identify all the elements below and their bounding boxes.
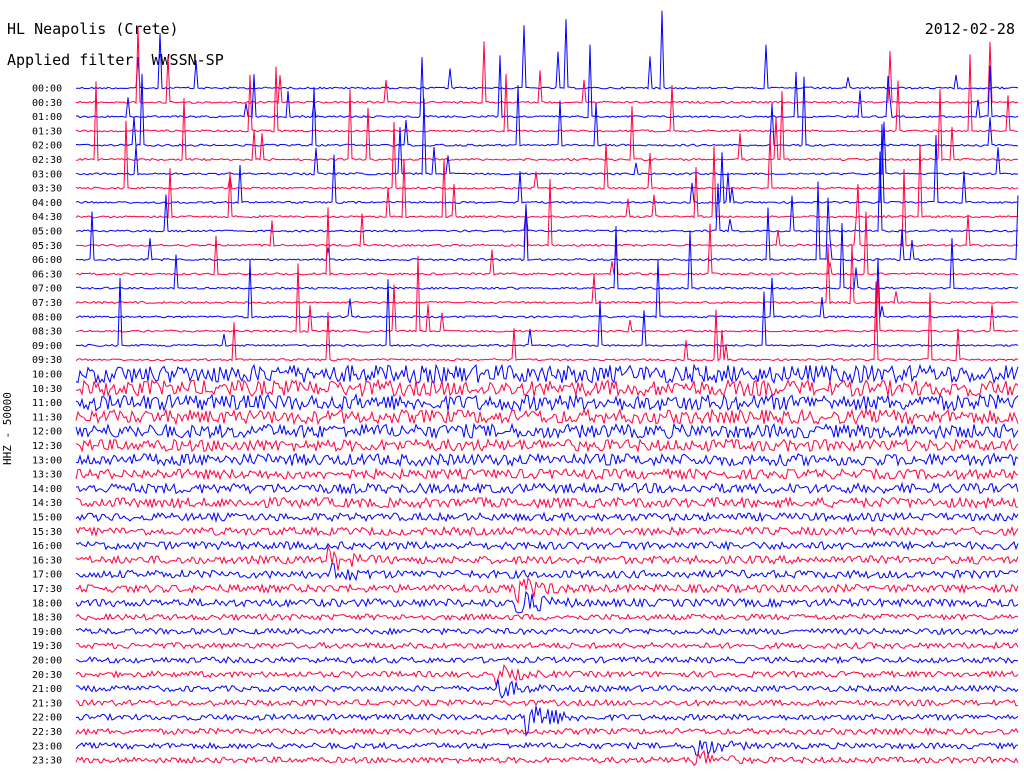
trace-row	[75, 511, 1019, 523]
tick-label: 15:00	[32, 513, 62, 524]
tick-label: 21:30	[32, 698, 62, 709]
trace-row	[75, 495, 1019, 510]
trace-row	[75, 363, 1019, 385]
trace-row	[75, 481, 1019, 495]
trace-row	[75, 740, 1019, 757]
trace-row	[75, 679, 1019, 699]
trace-row	[75, 54, 1019, 133]
tick-label: 02:30	[32, 155, 62, 166]
tick-label: 09:00	[32, 341, 62, 352]
tick-label: 12:30	[32, 441, 62, 452]
trace-row	[76, 10, 1019, 90]
trace-row	[75, 73, 1019, 148]
tick-label: 05:00	[32, 227, 62, 238]
tick-label: 08:30	[32, 327, 62, 338]
trace-row	[75, 655, 1019, 665]
trace-row	[75, 169, 1018, 248]
tick-label: 01:30	[32, 126, 62, 137]
trace-row	[75, 437, 1019, 453]
tick-label: 20:00	[32, 656, 62, 667]
tick-label: 13:00	[32, 455, 62, 466]
trace-row	[75, 124, 1019, 205]
tick-label: 20:30	[32, 670, 62, 681]
tick-label: 22:30	[32, 727, 62, 738]
tick-label: 03:00	[32, 169, 62, 180]
trace-row	[75, 98, 1019, 176]
trace-row	[75, 749, 1019, 766]
tick-label: 16:30	[32, 555, 62, 566]
tick-label: 19:00	[32, 627, 62, 638]
trace-row	[75, 612, 1019, 622]
trace-row	[75, 590, 1019, 614]
tick-label: 10:00	[32, 370, 62, 381]
tick-label: 19:30	[32, 641, 62, 652]
tick-label: 14:00	[32, 484, 62, 495]
tick-label: 18:00	[32, 598, 62, 609]
tick-label: 23:30	[32, 756, 62, 767]
trace-row	[75, 81, 1019, 162]
trace-row	[75, 540, 1019, 552]
trace-row	[75, 663, 1019, 688]
trace-row	[75, 27, 1019, 105]
seismogram-plot: 00:00 00:30 01:00 01:30 02:00 02:30 03:00 03:30…	[32, 10, 1019, 767]
tick-label: 13:30	[32, 470, 62, 481]
trace-row	[75, 422, 1019, 440]
trace-row	[75, 452, 1019, 468]
tick-label: 14:30	[32, 498, 62, 509]
tick-label: 07:00	[32, 284, 62, 295]
trace-row	[75, 408, 1019, 426]
trace-row	[75, 577, 1019, 604]
tick-label: 11:00	[32, 398, 62, 409]
tick-label: 01:00	[32, 112, 62, 123]
tick-label: 21:00	[32, 684, 62, 695]
tick-label: 06:30	[32, 269, 62, 280]
trace-row	[75, 44, 1019, 119]
trace-row	[75, 641, 1019, 650]
tick-label: 04:00	[32, 198, 62, 209]
tick-label: 17:30	[32, 584, 62, 595]
trace-row	[75, 563, 1019, 582]
seismic-traces	[75, 10, 1019, 766]
trace-row	[75, 281, 1019, 362]
tick-label: 23:00	[32, 741, 62, 752]
tick-label: 00:00	[32, 84, 62, 95]
trace-row	[75, 525, 1019, 538]
time-tick-labels: 00:00 00:30 01:00 01:30 02:00 02:30 03:00 03:30…	[32, 84, 62, 767]
tick-label: 02:00	[32, 141, 62, 152]
tick-label: 12:00	[32, 427, 62, 438]
trace-row	[75, 627, 1019, 636]
trace-row	[75, 727, 1019, 737]
tick-label: 03:30	[32, 184, 62, 195]
trace-row	[75, 392, 1019, 413]
tick-label: 06:00	[32, 255, 62, 266]
tick-label: 09:30	[32, 355, 62, 366]
trace-row	[75, 378, 1019, 398]
tick-label: 00:30	[32, 98, 62, 109]
tick-label: 08:00	[32, 312, 62, 323]
tick-label: 18:30	[32, 613, 62, 624]
tick-label: 22:00	[32, 713, 62, 724]
trace-row	[75, 144, 1019, 219]
trace-row	[75, 181, 1019, 262]
tick-label: 10:30	[32, 384, 62, 395]
tick-label: 15:30	[32, 527, 62, 538]
trace-row	[75, 698, 1019, 707]
tick-label: 11:30	[32, 412, 62, 423]
trace-row	[75, 151, 1019, 233]
trace-row	[75, 544, 1019, 571]
tick-label: 16:00	[32, 541, 62, 552]
tick-label: 07:30	[32, 298, 62, 309]
tick-label: 05:30	[32, 241, 62, 252]
tick-label: 04:30	[32, 212, 62, 223]
tick-label: 17:00	[32, 570, 62, 581]
trace-row	[75, 467, 1019, 481]
